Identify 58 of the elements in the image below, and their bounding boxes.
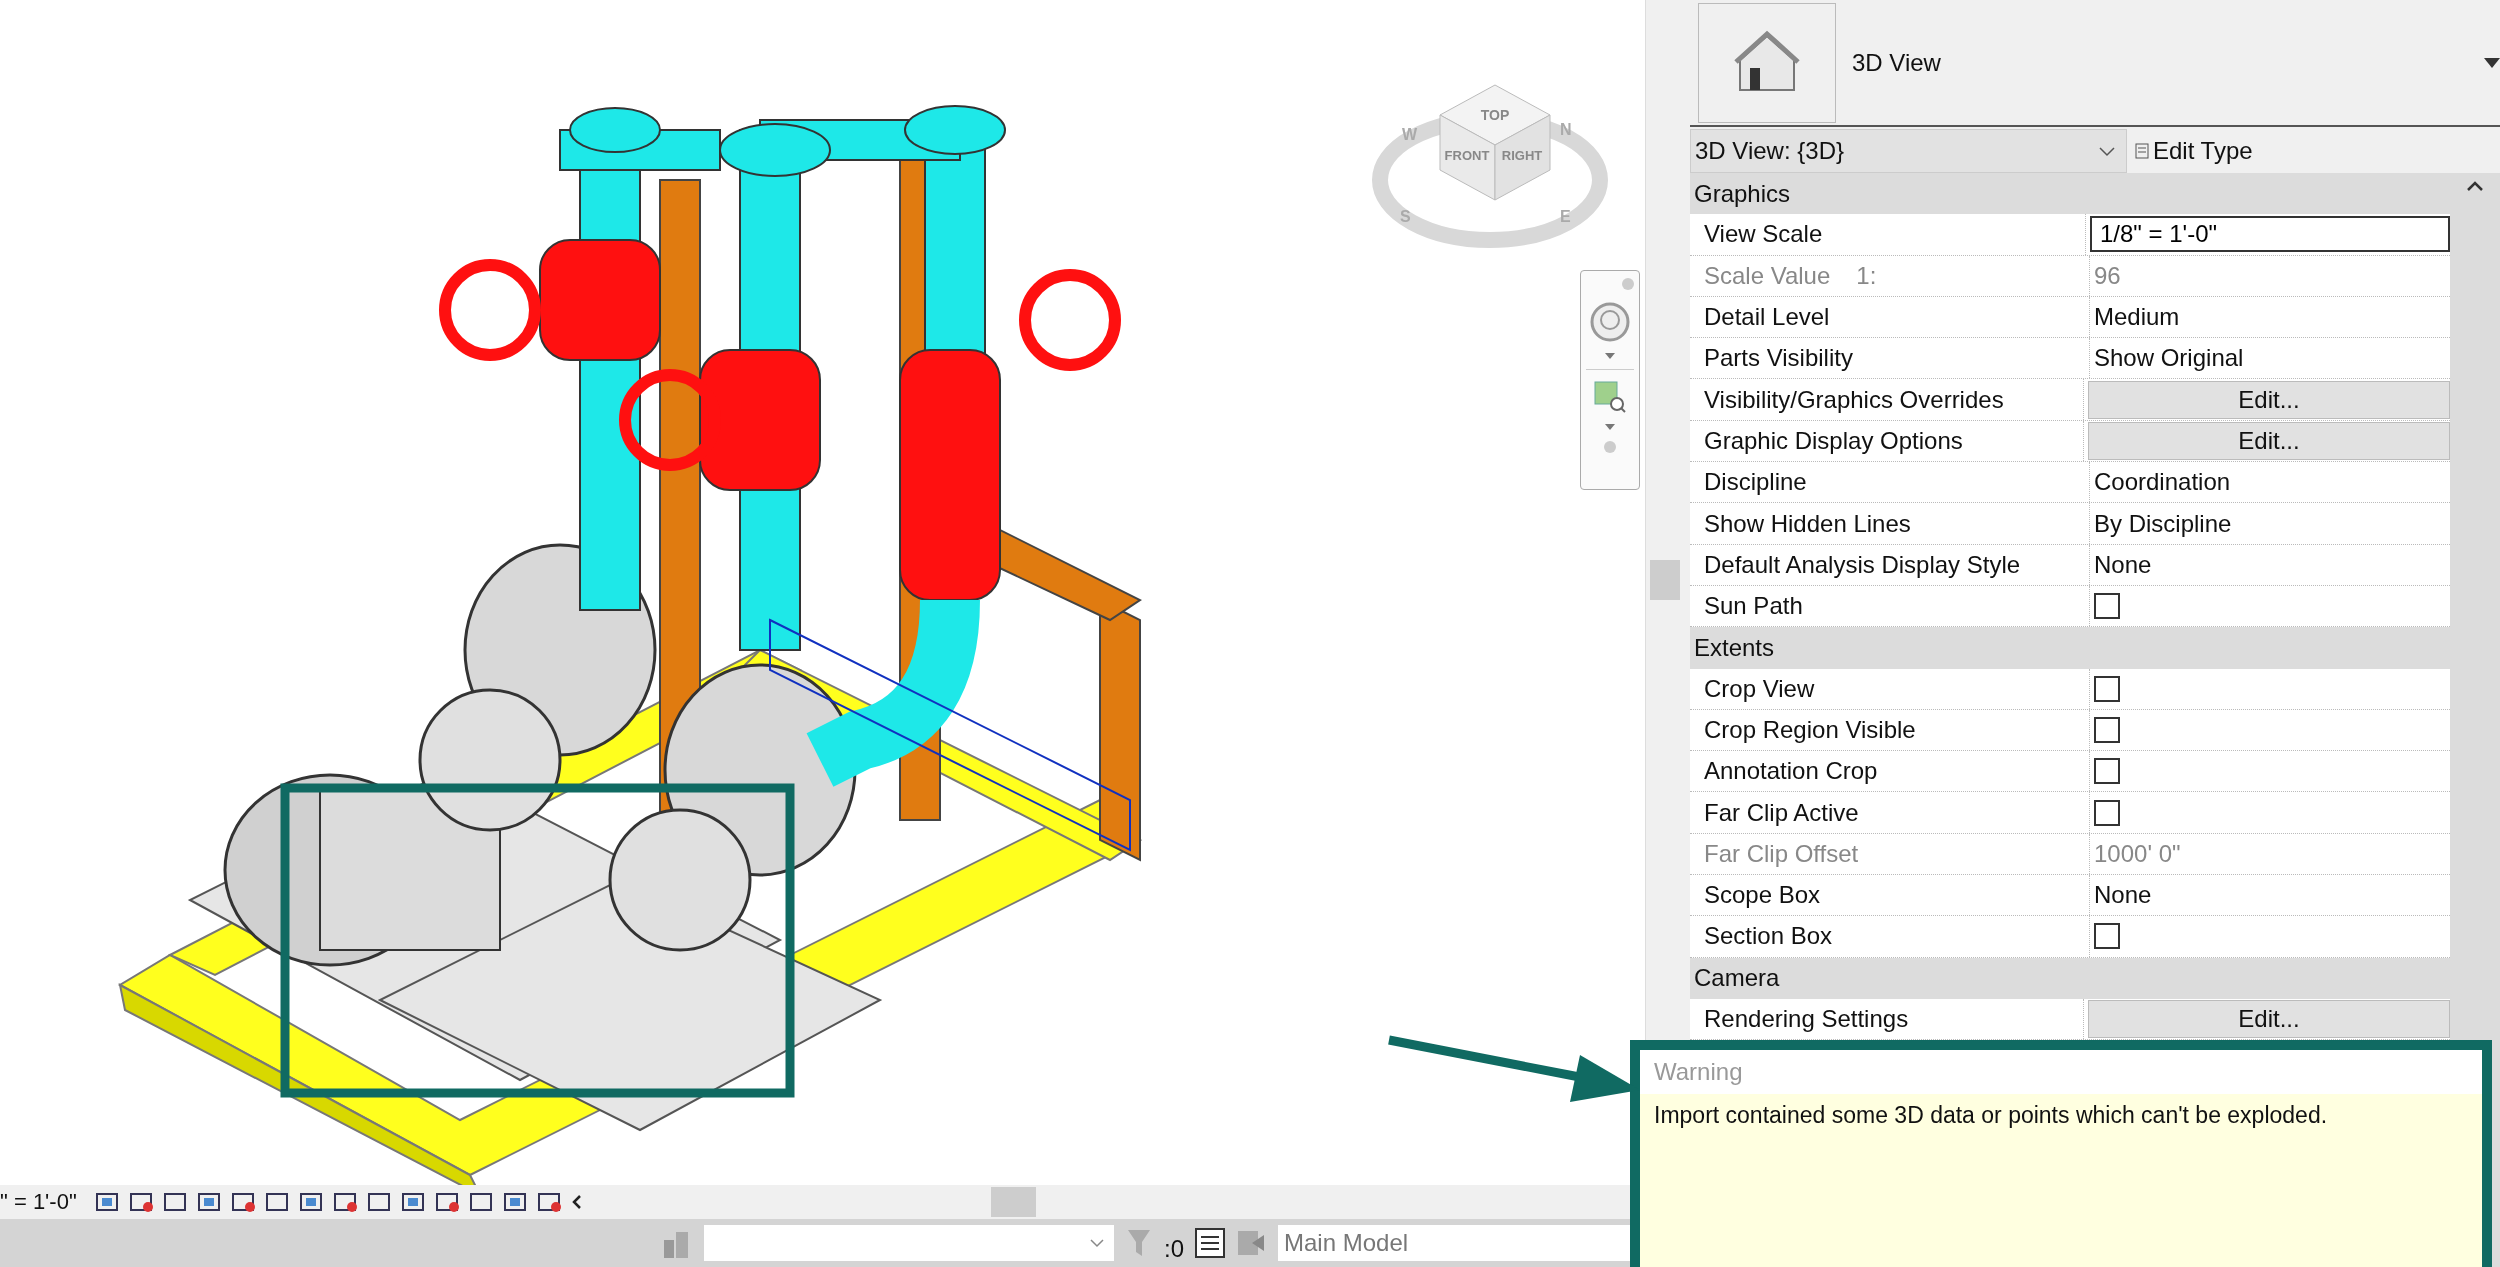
steering-wheel-icon[interactable] [1589,301,1631,343]
edit-button[interactable]: Edit... [2088,1000,2450,1039]
checkbox[interactable] [2094,758,2120,785]
checkbox[interactable] [2094,799,2120,826]
scale-input[interactable]: 1/8" = 1'-0" [2090,216,2450,253]
property-label: View Scale [1704,220,1823,249]
property-value[interactable]: Medium [2094,303,2180,332]
property-value[interactable]: By Discipline [2094,509,2232,538]
edit-button[interactable]: Edit... [2088,380,2450,419]
caret-icon[interactable] [2484,57,2500,68]
property-label: Far Clip Active [1704,798,1859,827]
section-header[interactable]: Extents [1690,627,2450,669]
property-label: Discipline [1704,468,1807,497]
property-label: Crop View [1704,674,1815,703]
property-unit: 1: [1856,261,1877,290]
model-field[interactable]: Main Model [1278,1225,1633,1261]
warning-title: Warning [1640,1050,2482,1094]
selection-count: :0 [1164,1235,1184,1263]
property-label: Detail Level [1704,303,1830,332]
collapse-icon[interactable] [570,1194,583,1210]
property-value[interactable]: None [2094,881,2152,910]
property-label: Sun Path [1704,592,1803,621]
property-value: 1000' 0" [2094,839,2181,868]
property-label: Parts Visibility [1704,344,1853,373]
zoom-icon[interactable] [1593,380,1627,414]
section-header[interactable]: Camera [1690,957,2450,999]
scrollbar-thumb[interactable] [1650,560,1680,600]
property-label: Scale Value [1704,261,1831,290]
property-label: Scope Box [1704,881,1821,910]
document-icon [2135,143,2149,159]
property-label: Rendering Settings [1704,1005,1909,1034]
property-label: Section Box [1704,922,1833,951]
checkbox[interactable] [2094,593,2120,620]
family-label: 3D View [1852,48,1942,77]
type-selector[interactable]: 3D View: {3D} [1690,129,2127,173]
warning-message: Import contained some 3D data or points which can't be exploded. [1653,1101,2329,1130]
property-label: Graphic Display Options [1704,426,1963,455]
list-icon[interactable] [1194,1227,1226,1259]
property-value: 96 [2094,261,2121,290]
checkbox[interactable] [2094,923,2120,950]
property-label: Show Hidden Lines [1704,509,1911,538]
property-value[interactable]: None [2094,550,2152,579]
section-header[interactable]: Graphics [1690,173,2450,215]
property-label: Default Analysis Display Style [1704,550,2021,579]
edit-button[interactable]: Edit... [2088,421,2450,460]
chevron-down-icon [2098,145,2116,157]
scroll-up-icon[interactable] [2465,179,2485,193]
scrollbar-thumb[interactable] [990,1187,1036,1217]
property-label: Visibility/Graphics Overrides [1704,385,2004,414]
property-value[interactable]: Coordination [2094,468,2231,497]
checkbox[interactable] [2094,717,2120,743]
checkbox[interactable] [2094,675,2120,702]
property-label: Annotation Crop [1704,757,1878,786]
property-value[interactable]: Show Original [2094,344,2244,373]
property-label: Far Clip Offset [1704,839,1859,868]
property-label: Crop Region Visible [1704,716,1916,744]
chevron-down-icon [1090,1238,1104,1248]
view-scale[interactable]: " = 1'-0" [0,1189,77,1215]
